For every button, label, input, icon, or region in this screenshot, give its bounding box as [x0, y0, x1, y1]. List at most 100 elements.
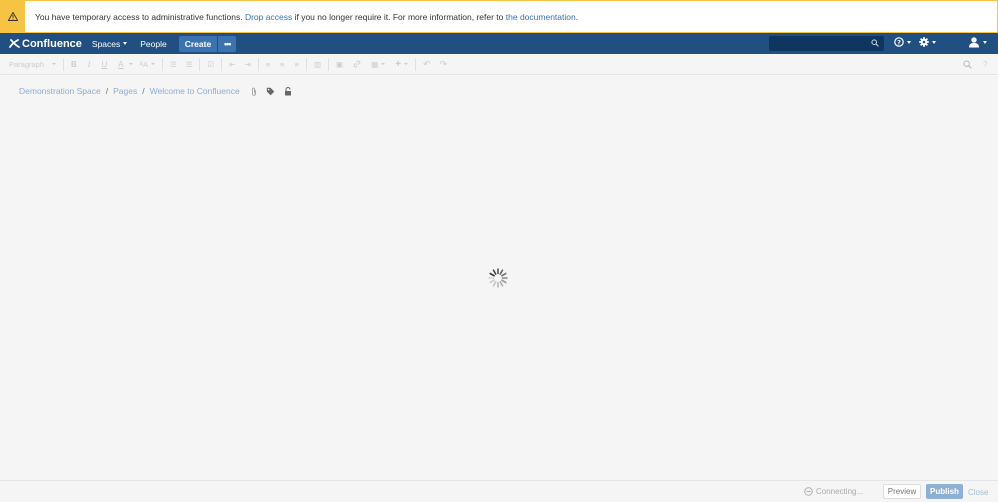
indent-button[interactable]: ⇥	[244, 54, 250, 75]
tag-icon	[266, 87, 275, 95]
indent-icon: ⇥	[244, 59, 251, 69]
avatar-icon	[969, 37, 979, 48]
create-more-button[interactable]: •••	[218, 35, 237, 52]
toolbar-divider	[257, 57, 259, 71]
more-dots-icon: •••	[223, 38, 232, 49]
create-button[interactable]: Create	[178, 35, 218, 52]
redo-button[interactable]: ↷	[440, 54, 448, 75]
preview-button[interactable]: Preview	[883, 484, 921, 499]
breadcrumb-separator: /	[105, 86, 109, 96]
banner-text-after: .	[575, 11, 579, 22]
toolbar-divider	[221, 57, 223, 71]
confluence-logo[interactable]: Confluence	[9, 38, 82, 50]
restrictions-button[interactable]	[284, 86, 292, 96]
editor-help-button[interactable]: ?	[983, 54, 987, 75]
people-link[interactable]: People	[140, 39, 166, 49]
bullet-list-icon: ☰	[169, 59, 177, 69]
insert-link-button[interactable]	[353, 54, 361, 75]
insert-image-button[interactable]: ▣	[336, 54, 343, 75]
page-layout-icon: ▥	[313, 59, 322, 69]
task-list-icon: ☑	[207, 59, 215, 69]
user-menu[interactable]	[968, 36, 987, 48]
bold-button[interactable]: B	[71, 54, 77, 75]
image-icon: ▣	[336, 59, 344, 69]
banner-text-before: You have temporary access to administrat…	[35, 11, 243, 22]
attachment-button[interactable]	[251, 87, 257, 96]
paragraph-label: Paragraph	[9, 59, 45, 69]
editor-toolbar: Paragraph B I U A ᴬA ☰ ☰ ☑ ⇤ ⇥ ≡ ≡ ≡ ▥ ▣…	[0, 54, 998, 75]
loading-spinner-icon	[488, 268, 508, 288]
undo-button[interactable]: ↶	[423, 54, 431, 75]
bullet-list-button[interactable]: ☰	[170, 54, 177, 75]
help-menu[interactable]: ?	[894, 37, 911, 47]
chevron-down-icon	[123, 42, 128, 45]
confluence-logo-icon	[9, 38, 20, 48]
paragraph-format-dropdown[interactable]: Paragraph	[9, 54, 56, 75]
search-icon	[963, 60, 972, 69]
connection-status: Connecting...	[804, 487, 863, 496]
editor-footer: Connecting... Preview Publish Close	[0, 480, 998, 502]
close-button[interactable]: Close	[968, 488, 988, 497]
italic-button[interactable]: I	[88, 54, 91, 75]
warning-icon	[7, 11, 18, 21]
breadcrumb-space-link[interactable]: Demonstration Space	[19, 86, 101, 96]
link-icon	[353, 60, 361, 68]
align-right-button[interactable]: ≡	[295, 54, 299, 75]
numbered-list-button[interactable]: ☰	[186, 54, 193, 75]
outdent-button[interactable]: ⇤	[229, 54, 235, 75]
find-replace-button[interactable]	[963, 54, 972, 75]
insert-table-button[interactable]: ▦	[371, 54, 386, 75]
numbered-list-icon: ☰	[185, 59, 193, 69]
labels-button[interactable]	[266, 87, 275, 96]
font-size-icon: ᴬA	[139, 59, 148, 69]
breadcrumb: Demonstration Space / Pages / Welcome to…	[19, 86, 292, 96]
warning-icon-box	[0, 0, 25, 33]
gear-icon	[919, 37, 929, 47]
admin-access-banner: You have temporary access to administrat…	[0, 0, 998, 33]
align-left-icon: ≡	[265, 59, 271, 69]
page-layout-button[interactable]: ▥	[314, 54, 321, 75]
unlock-icon	[284, 86, 291, 95]
spaces-label: Spaces	[91, 38, 121, 49]
redo-icon: ↷	[439, 58, 448, 69]
task-list-button[interactable]: ☑	[207, 54, 214, 75]
banner-text-middle: if you no longer require it. For more in…	[294, 11, 504, 22]
settings-menu[interactable]	[919, 37, 936, 47]
breadcrumb-page-link[interactable]: Welcome to Confluence	[150, 86, 240, 96]
chevron-down-icon	[404, 63, 409, 65]
toolbar-divider	[415, 57, 417, 71]
toolbar-divider	[63, 57, 64, 71]
chevron-down-icon	[381, 63, 386, 65]
breadcrumb-separator: /	[142, 86, 145, 96]
drop-access-link[interactable]: Drop access	[245, 12, 292, 22]
help-icon: ?	[894, 37, 904, 47]
text-color-button[interactable]: A	[118, 54, 123, 75]
connection-status-text: Connecting...	[816, 487, 864, 496]
table-icon: ▦	[371, 59, 379, 69]
toolbar-divider	[328, 57, 330, 71]
paperclip-icon	[251, 87, 256, 96]
search-input[interactable]	[769, 36, 884, 51]
font-size-button[interactable]: ᴬA	[140, 54, 155, 75]
help-icon: ?	[983, 60, 988, 69]
chevron-down-icon	[907, 40, 911, 44]
documentation-link[interactable]: the documentation	[506, 12, 576, 22]
breadcrumb-pages-link[interactable]: Pages	[113, 86, 137, 96]
publish-button[interactable]: Publish	[926, 484, 963, 499]
chevron-down-icon	[983, 40, 987, 44]
spaces-menu[interactable]: Spaces	[91, 38, 128, 49]
connecting-icon	[804, 487, 813, 496]
text-color-icon: A	[118, 59, 124, 69]
banner-message: You have temporary access to administrat…	[35, 12, 578, 22]
app-header: Confluence Spaces People Create ••• ?	[0, 33, 998, 54]
align-left-button[interactable]: ≡	[266, 54, 270, 75]
underline-button[interactable]: U	[101, 54, 107, 75]
align-center-button[interactable]: ≡	[280, 54, 284, 75]
search-icon	[871, 39, 879, 47]
svg-text:?: ?	[897, 38, 901, 46]
chevron-down-icon	[128, 63, 133, 65]
chevron-down-icon	[932, 40, 936, 44]
insert-more-button[interactable]: +	[395, 54, 409, 75]
people-label: People	[140, 38, 167, 49]
toolbar-divider	[199, 57, 201, 71]
